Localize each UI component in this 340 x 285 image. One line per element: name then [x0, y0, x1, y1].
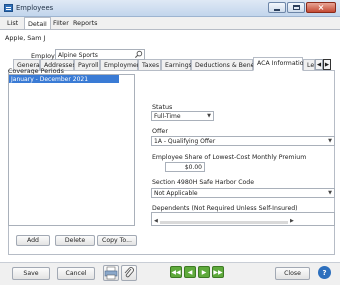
safe-harbor-select[interactable]: Not Applicable ▼: [151, 188, 335, 198]
maximize-icon: [292, 5, 300, 10]
person-name: Apple, Sam J: [5, 34, 46, 42]
tab-partial[interactable]: Le: [303, 59, 315, 71]
menu-list[interactable]: List: [4, 17, 21, 29]
nav-last-icon[interactable]: ▶▶: [212, 266, 224, 278]
list-item[interactable]: January - December 2021: [9, 75, 119, 83]
safe-harbor-label: Section 4980H Safe Harbor Code: [152, 179, 255, 186]
tab-payroll[interactable]: Payroll: [74, 59, 100, 71]
minimize-icon: [274, 8, 280, 11]
window-title: Employees: [16, 4, 54, 12]
add-button[interactable]: Add: [16, 235, 50, 246]
dependents-label: Dependents (Not Required Unless Self-Ins…: [152, 205, 298, 212]
tab-scroll-left-icon[interactable]: ◀: [315, 59, 323, 70]
chevron-down-icon: ▼: [328, 190, 332, 196]
minimize-button[interactable]: [268, 2, 286, 13]
search-icon[interactable]: [134, 50, 143, 59]
nav-first-icon[interactable]: ◀◀: [170, 266, 182, 278]
tab-deductions-benefits[interactable]: Deductions & Benefits: [191, 59, 264, 71]
offer-value: 1A - Qualifying Offer: [154, 138, 216, 145]
nav-next-icon[interactable]: ▶: [198, 266, 210, 278]
window-close-button[interactable]: ×: [306, 2, 336, 13]
tab-aca-information[interactable]: ACA Information: [253, 57, 307, 71]
coverage-periods-list[interactable]: [8, 74, 135, 226]
status-select[interactable]: Full-Time ▼: [151, 111, 214, 121]
chevron-down-icon: ▼: [207, 113, 211, 119]
tab-employment[interactable]: Employment: [100, 59, 143, 71]
status-value: Full-Time: [154, 113, 181, 120]
dependents-scrollbar[interactable]: [160, 221, 288, 224]
cancel-button[interactable]: Cancel: [57, 267, 95, 280]
menu-filter[interactable]: Filter: [50, 17, 72, 29]
premium-label: Employee Share of Lowest-Cost Monthly Pr…: [152, 154, 307, 161]
offer-select[interactable]: 1A - Qualifying Offer ▼: [151, 136, 335, 146]
nav-prev-icon[interactable]: ◀: [184, 266, 196, 278]
scroll-left-icon[interactable]: ◀: [154, 218, 158, 224]
paperclip-icon: [124, 267, 134, 278]
status-label: Status: [152, 103, 173, 111]
chevron-down-icon: ▼: [328, 138, 332, 144]
close-icon: ×: [317, 2, 325, 12]
print-button[interactable]: [103, 265, 119, 281]
safe-harbor-value: Not Applicable: [154, 190, 198, 197]
tab-earnings[interactable]: Earnings: [161, 59, 192, 71]
save-button[interactable]: Save: [12, 267, 50, 280]
close-button[interactable]: Close: [275, 267, 310, 280]
delete-button[interactable]: Delete: [55, 235, 95, 246]
menu-reports[interactable]: Reports: [70, 17, 101, 29]
tab-taxes[interactable]: Taxes: [138, 59, 161, 71]
premium-input[interactable]: $0.00: [165, 162, 205, 172]
print-icon: [104, 266, 118, 280]
offer-label: Offer: [152, 127, 168, 135]
attach-button[interactable]: [121, 265, 137, 281]
scroll-right-icon[interactable]: ▶: [290, 218, 294, 224]
help-icon[interactable]: ?: [318, 266, 331, 279]
maximize-button[interactable]: [287, 2, 305, 13]
tab-scroll-right-icon[interactable]: ▶: [323, 59, 331, 70]
copy-to-button[interactable]: Copy To...: [97, 235, 137, 246]
app-icon: [4, 4, 13, 12]
employer-input[interactable]: Alpine Sports: [55, 49, 145, 60]
